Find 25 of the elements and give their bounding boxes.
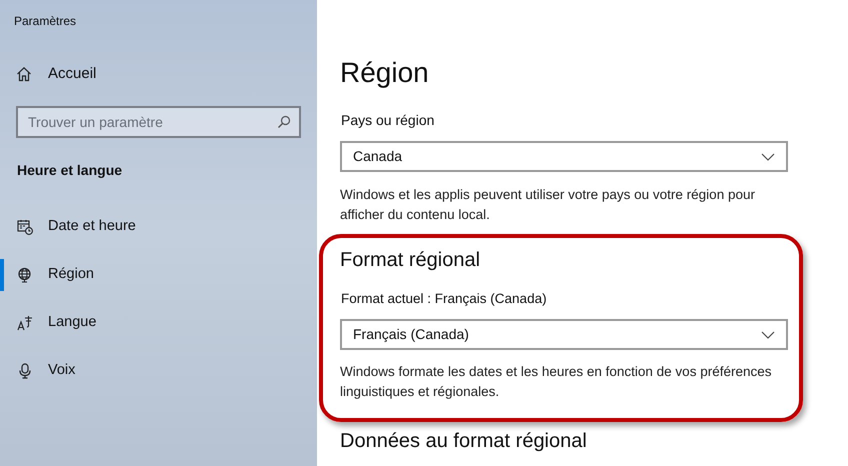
section-heading: Heure et langue	[17, 162, 122, 178]
microphone-icon	[17, 363, 33, 379]
home-icon	[16, 66, 32, 82]
home-nav-item[interactable]: Accueil	[0, 57, 317, 91]
language-icon	[17, 315, 33, 331]
description-text: Windows formate les dates et les heures en fonction de vos préférences linguistiques et régionales.	[340, 363, 772, 401]
page-title: Région	[340, 57, 429, 88]
section-heading: Format régional	[340, 249, 480, 271]
field-label: Pays ou région	[340, 112, 434, 128]
chevron-down-icon	[761, 152, 775, 160]
search-field[interactable]: Trouver un paramètre	[16, 106, 301, 138]
chevron-down-icon	[761, 330, 775, 338]
globe-icon	[17, 267, 33, 283]
nav-item[interactable]: Voix	[0, 347, 317, 395]
section-heading: Données au format régional	[340, 430, 587, 452]
nav-item[interactable]: Région	[0, 251, 317, 299]
country-dropdown[interactable]: Canada	[340, 141, 788, 172]
nav-item[interactable]: Date et heure	[0, 203, 317, 251]
window-title: Paramètres	[14, 14, 76, 28]
calendar-clock-icon	[17, 219, 33, 235]
nav-item[interactable]: Langue	[0, 299, 317, 347]
format-dropdown[interactable]: Français (Canada)	[340, 319, 788, 350]
search-icon	[277, 115, 291, 129]
field-label: Format actuel : Français (Canada)	[340, 291, 547, 306]
description-text: Windows et les applis peuvent utiliser votre pays ou votre région pour afficher du contenu local.	[340, 186, 756, 224]
